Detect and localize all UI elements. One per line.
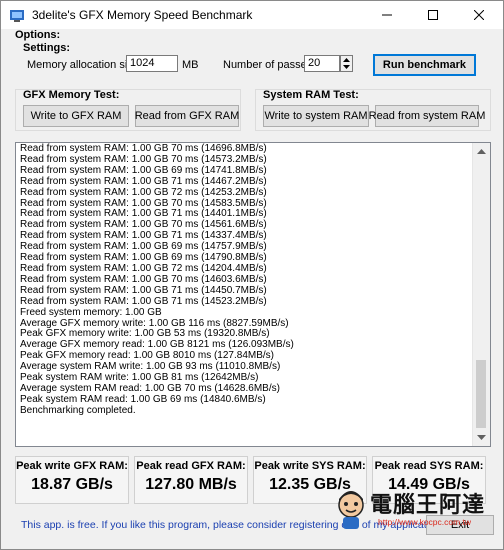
settings-label: Settings: [23,42,71,54]
log-line: Benchmarking completed. [20,404,136,416]
title-bar[interactable]: 3delite's GFX Memory Speed Benchmark [1,1,503,29]
read-gfx-button[interactable]: Read from GFX RAM [135,105,239,127]
maximize-button[interactable] [410,1,456,29]
options-header: Options: [15,29,61,41]
app-window: 3delite's GFX Memory Speed Benchmark Opt… [0,0,504,550]
read-sys-button[interactable]: Read from system RAM [369,105,485,127]
scroll-up-button[interactable] [473,143,490,160]
log-line: Read from system RAM: 1.00 GB 72 ms (142… [20,186,267,198]
scroll-up-icon [477,149,486,154]
mascot-icon [338,491,364,529]
stat-peak-write-gfx: Peak write GFX RAM: 18.87 GB/s [15,456,129,504]
write-sys-button[interactable]: Write to system RAM [263,105,369,127]
log-line: Read from system RAM: 1.00 GB 71 ms (145… [20,295,267,307]
passes-stepper[interactable] [340,55,353,72]
log-line: Freed system memory: 1.00 GB [20,306,162,318]
scroll-down-icon [477,435,486,440]
log-line: Read from system RAM: 1.00 GB 71 ms (144… [20,175,267,187]
close-icon [474,10,484,20]
scroll-thumb[interactable] [476,360,486,428]
maximize-icon [428,10,438,20]
stat-label: Peak write SYS RAM: [254,460,366,472]
stat-value: 18.87 GB/s [31,476,113,493]
stat-label: Peak read SYS RAM: [374,460,484,472]
gfx-test-label: GFX Memory Test: [23,89,120,101]
stat-label: Peak write GFX RAM: [16,460,128,472]
run-benchmark-button[interactable]: Run benchmark [373,54,476,76]
log-box[interactable]: Read from system RAM: 1.00 GB 70 ms (146… [15,142,491,447]
passes-label: Number of passes: [223,59,316,71]
write-gfx-button[interactable]: Write to GFX RAM [23,105,129,127]
log-lines: Read from system RAM: 1.00 GB 70 ms (146… [20,143,472,417]
window-title: 3delite's GFX Memory Speed Benchmark [32,8,253,22]
spin-down-icon[interactable] [343,65,350,69]
passes-input[interactable]: 20 [304,55,340,72]
alloc-size-label: Memory allocation size: [27,59,142,71]
minimize-icon [382,14,392,16]
stat-value: 127.80 MB/s [145,476,237,493]
app-icon [10,10,24,22]
watermark-text: 電腦王阿達 [370,492,486,517]
spin-up-icon[interactable] [343,58,350,62]
watermark-url: http://www.kocpc.com.tw [378,517,472,527]
minimize-button[interactable] [364,1,410,29]
scroll-down-button[interactable] [473,429,490,446]
log-scrollbar[interactable] [472,143,490,446]
stat-label: Peak read GFX RAM: [136,460,246,472]
stat-peak-read-gfx: Peak read GFX RAM: 127.80 MB/s [134,456,248,504]
alloc-unit-label: MB [182,59,199,71]
close-button[interactable] [456,1,502,29]
alloc-size-input[interactable]: 1024 [126,55,178,72]
watermark: 電腦王阿達 http://www.kocpc.com.tw [334,489,499,533]
sys-test-label: System RAM Test: [263,89,359,101]
